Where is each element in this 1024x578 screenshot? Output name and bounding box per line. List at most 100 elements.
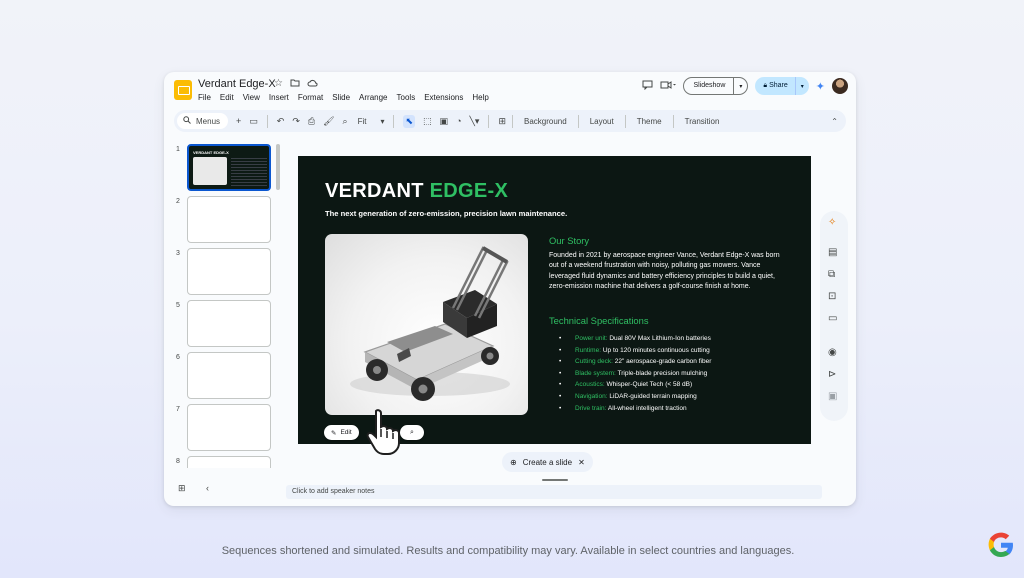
image-edit-button[interactable]: ✎ Edit — [324, 425, 359, 440]
thumbnail-row[interactable]: 6 — [164, 352, 284, 404]
lawn-mower-image[interactable] — [325, 234, 528, 415]
thumbnail-row[interactable]: 8 — [164, 456, 284, 468]
slide-canvas[interactable]: VERDANT EDGE-X The next generation of ze… — [298, 156, 811, 444]
comment-add-icon[interactable]: ⊞ — [498, 116, 506, 127]
story-heading[interactable]: Our Story — [549, 235, 589, 246]
slide-thumbnail-7[interactable] — [187, 404, 271, 451]
transition-button[interactable]: Transition — [680, 117, 725, 126]
spec-item: Navigation: LiDAR-guided terrain mapping — [559, 391, 711, 403]
image-icon[interactable]: ▣ — [440, 116, 449, 127]
close-icon[interactable]: ✕ — [578, 458, 585, 467]
toolbar-divider — [488, 114, 490, 128]
share-button[interactable]: 🔒︎ Share ▾ — [755, 77, 809, 95]
share-label[interactable]: 🔒︎ Share — [755, 77, 796, 95]
folder-icon[interactable]: ▭ — [828, 313, 837, 324]
thumbnail-row[interactable]: 5 — [164, 300, 284, 352]
video-icon[interactable]: ⊳ — [828, 369, 836, 380]
chevron-down-icon[interactable]: ▾ — [734, 83, 747, 90]
thumbnail-title: VERDANT EDGE-X — [193, 150, 229, 155]
cursor-select-icon[interactable]: ⬉ — [403, 114, 416, 128]
thumbnail-row[interactable]: 2 — [164, 196, 284, 248]
google-logo-icon — [988, 532, 1013, 557]
grid-view-icon[interactable]: ⊞ — [178, 483, 186, 494]
chevron-down-icon[interactable]: ▾ — [796, 83, 809, 90]
new-slide-icon[interactable]: ▭ — [249, 116, 258, 127]
redo-icon[interactable]: ↷ — [292, 116, 300, 127]
slide-thumbnail-1[interactable]: VERDANT EDGE-X — [187, 144, 271, 191]
slides-panel-icon[interactable]: ▤ — [828, 247, 837, 258]
story-text[interactable]: Founded in 2021 by aerospace engineer Va… — [549, 251, 781, 293]
slides-logo-icon[interactable] — [174, 80, 192, 100]
menu-file[interactable]: File — [198, 93, 211, 102]
spec-key: Runtime: — [575, 346, 602, 354]
thumbnail-row[interactable]: 3 — [164, 248, 284, 300]
menu-insert[interactable]: Insert — [269, 93, 289, 102]
cloud-saved-icon[interactable] — [307, 78, 318, 91]
slide-title[interactable]: VERDANT EDGE-X — [325, 180, 508, 203]
captions-icon[interactable]: ▣ — [828, 391, 837, 402]
paint-format-icon[interactable]: 🖌︎ — [323, 116, 334, 127]
menu-arrange[interactable]: Arrange — [359, 93, 387, 102]
menu-format[interactable]: Format — [298, 93, 323, 102]
record-icon[interactable]: ◉ — [828, 347, 837, 358]
slide-thumbnail-3[interactable] — [187, 248, 271, 295]
background-button[interactable]: Background — [519, 117, 572, 126]
print-icon[interactable]: ⎙ — [308, 116, 315, 127]
slide-thumbnail-6[interactable] — [187, 352, 271, 399]
menu-view[interactable]: View — [243, 93, 260, 102]
slideshow-button[interactable]: Slideshow ▾ — [683, 77, 749, 95]
slide-subtitle[interactable]: The next generation of zero-emission, pr… — [325, 209, 567, 218]
comment-icon[interactable] — [642, 80, 653, 93]
menu-help[interactable]: Help — [472, 93, 488, 102]
slide-number: 3 — [176, 250, 180, 257]
slide-number: 7 — [176, 406, 180, 413]
layout-button[interactable]: Layout — [585, 117, 619, 126]
slide-thumbnail-5[interactable] — [187, 300, 271, 347]
filmstrip-scrollbar[interactable] — [276, 144, 280, 190]
undo-icon[interactable]: ↶ — [277, 116, 285, 127]
zoom-icon[interactable]: ⌕ — [343, 116, 348, 127]
line-icon[interactable]: ╲▾ — [470, 116, 480, 127]
toolbar-divider — [393, 114, 395, 128]
thumbnail-row[interactable]: 1 VERDANT EDGE-X — [164, 144, 284, 196]
slide-thumbnail-8[interactable] — [187, 456, 271, 468]
document-title[interactable]: Verdant Edge-X — [198, 78, 276, 90]
magic-wand-icon[interactable]: ✧ — [828, 217, 836, 228]
spec-item: Runtime: Up to 120 minutes continuous cu… — [559, 345, 711, 357]
menus-search[interactable]: Menus — [177, 113, 229, 129]
slide-thumbnail-2[interactable] — [187, 196, 271, 243]
shapes-icon[interactable]: ◔ — [456, 116, 461, 126]
star-icon[interactable]: ☆ — [274, 78, 283, 91]
move-folder-icon[interactable] — [290, 78, 300, 91]
pencil-icon: ✎ — [331, 429, 337, 437]
speaker-notes-input[interactable]: Click to add speaker notes — [286, 485, 822, 499]
toolbar-divider — [624, 114, 626, 128]
menu-edit[interactable]: Edit — [220, 93, 234, 102]
spec-key: Acoustics: — [575, 381, 605, 389]
menu-tools[interactable]: Tools — [397, 93, 416, 102]
library-icon[interactable]: ⧉ — [828, 269, 835, 280]
brush-icon: ⌕ — [410, 428, 414, 436]
thumbnail-row[interactable]: 7 — [164, 404, 284, 456]
create-slide-chip[interactable]: ⊕ Create a slide ✕ — [502, 452, 593, 472]
menu-slide[interactable]: Slide — [332, 93, 350, 102]
slide-number: 1 — [176, 146, 180, 153]
avatar[interactable] — [832, 78, 848, 94]
gemini-sparkle-icon[interactable]: ✦ — [816, 80, 825, 93]
spec-value: All-wheel intelligent traction — [607, 404, 687, 412]
specs-list[interactable]: Power unit: Dual 80V Max Lithium-Ion bat… — [559, 333, 711, 414]
image-insert-icon[interactable]: ⊡ — [828, 291, 836, 302]
add-icon[interactable]: + — [236, 116, 241, 126]
theme-button[interactable]: Theme — [632, 117, 667, 126]
zoom-select[interactable]: Fit ▾ — [358, 117, 385, 126]
video-call-icon[interactable] — [660, 80, 677, 93]
chevron-up-icon[interactable]: ⌃ — [831, 117, 838, 126]
chevron-left-icon[interactable]: ‹ — [206, 483, 209, 493]
specs-heading[interactable]: Technical Specifications — [549, 315, 649, 326]
menu-extensions[interactable]: Extensions — [424, 93, 463, 102]
slideshow-label[interactable]: Slideshow — [684, 78, 735, 94]
textbox-icon[interactable]: ⬚ — [423, 116, 432, 127]
horizontal-scrollbar[interactable] — [542, 479, 568, 481]
chevron-down-icon: ▾ — [380, 116, 385, 126]
create-slide-label: Create a slide — [522, 457, 573, 467]
